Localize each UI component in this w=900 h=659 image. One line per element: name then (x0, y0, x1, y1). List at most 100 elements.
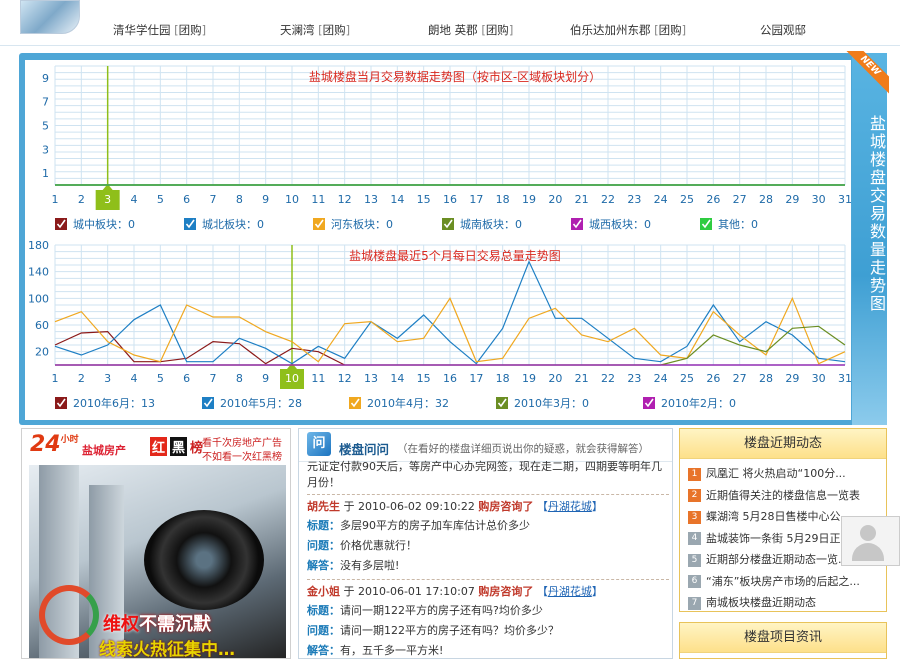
news-link[interactable]: 盐城装饰一条街 5月29日正... (706, 532, 851, 545)
news-link[interactable]: 近期部分楼盘近期动态一览... (706, 553, 849, 566)
top-link-gongyuan[interactable]: 公园观邸 (760, 22, 806, 38)
chart-area: 1 3 5 7 9 1 2 3 4 5 6 7 8 9 10 11 12 13 14 15 16 17 18 19 20 21 22… (25, 60, 852, 420)
qa-project-link[interactable]: 丹湖花城 (548, 585, 592, 598)
x-tick-label: 20 (548, 372, 562, 385)
ad-headline-rest: 不需沉默 (139, 614, 211, 635)
news-title[interactable]: 楼盘近期动态 (680, 429, 886, 459)
qa-label: 问题： (307, 624, 340, 637)
news-link[interactable]: 近期值得关注的楼盘信息一览表 (706, 489, 860, 502)
x-tick-label: 8 (236, 372, 243, 385)
top-link-qinghua[interactable]: 清华学仕园 [团购] (113, 22, 206, 38)
news-item[interactable]: 7 南城板块楼盘近期动态 (688, 592, 886, 611)
legend-check-icon (496, 397, 508, 409)
x-tick-label: 17 (469, 372, 483, 385)
ad-number-unit: 小时 (60, 435, 79, 445)
qa-answer-line: 解答：有，五千多一平方米! (307, 641, 669, 658)
x-tick-label: 24 (654, 372, 668, 385)
legend-label: 城北板块：0 (202, 217, 264, 231)
legend-check-icon (571, 218, 583, 230)
news-item[interactable]: 1 凤凰汇 将火热启动“100分... (688, 463, 886, 485)
qa-answer-text: 有，五千多一平方米! (340, 644, 444, 657)
legend-label: 城南板块：0 (460, 217, 522, 231)
tuangou-link[interactable]: 团购 (659, 23, 682, 37)
ad-subline-1: 看千次房地产广告 (202, 438, 282, 449)
x-tick-label: 5 (157, 193, 164, 206)
qa-previous-answer: 元证定付款90天后，等房产中心办完网签，现在走二期，四期要等明年几月份！ (307, 460, 662, 489)
x-tick-label: 8 (236, 193, 243, 206)
news-link[interactable]: 南城板块楼盘近期动态 (706, 596, 816, 609)
x-tick-label: 2 (78, 372, 85, 385)
qa-title-line[interactable]: 标题：请问一期122平方的房子还有吗?均价多少 (307, 601, 669, 621)
legend-label: 2010年5月：28 (220, 396, 302, 410)
news-rank: 3 (688, 510, 701, 524)
red-black-list-ad[interactable]: 24小时 盐城房产 红 黑 榜 看千次房地产广告 不如看一次红黑榜 维权不需沉默… (21, 428, 291, 659)
top-thumbnail-image[interactable] (20, 0, 80, 34)
top-link-name[interactable]: 清华学仕园 (113, 23, 171, 37)
x-tick-label: 3 (104, 193, 111, 206)
x-tick-label: 16 (443, 193, 457, 206)
top-link-name[interactable]: 天澜湾 (280, 23, 315, 37)
legend-check-icon (313, 218, 325, 230)
y-tick-label: 7 (42, 96, 49, 109)
trade-charts-svg: 135791 2 3 4 5 6 7 8 9 10 11 12 13 14 15 16 17 18 19 20 21 22… (28, 65, 852, 410)
x-tick-label: 10 (285, 372, 299, 385)
chart-side-banner: 盐城楼盘交易数量走势图 (852, 53, 887, 425)
x-tick-label: 23 (627, 193, 641, 206)
top-link-name[interactable]: 公园观邸 (760, 23, 806, 37)
tuangou-link[interactable]: 团购 (179, 23, 202, 37)
top-link-name[interactable]: 朗地 英郡 (428, 23, 478, 37)
news-link[interactable]: “浦东”板块房产市场的后起之... (706, 575, 860, 588)
legend-label: 城中板块：0 (73, 217, 135, 231)
qa-time: 2010-06-02 09:10:22 (358, 500, 475, 513)
ad-photo[interactable]: 维权不需沉默 线索火热征集中… (29, 465, 286, 658)
qa-title-text[interactable]: 多层90平方的房子加车库估计总价多少 (340, 519, 530, 532)
x-tick-label: 3 (104, 372, 111, 385)
tuangou-link[interactable]: 团购 (323, 23, 346, 37)
top-link-tianlanwan[interactable]: 天澜湾 [团购] (280, 22, 350, 38)
news-rank: 6 (688, 575, 701, 588)
x-tick-label: 6 (183, 193, 190, 206)
qa-asker: 金小姐 (307, 585, 340, 598)
x-tick-label: 22 (601, 372, 615, 385)
y-tick-label: 1 (42, 167, 49, 180)
news-item[interactable]: 2 近期值得关注的楼盘信息一览表 (688, 485, 886, 507)
ad-subline-2: 不如看一次红黑榜 (202, 452, 282, 463)
qa-title[interactable]: 楼盘问问 (339, 439, 389, 458)
x-tick-label: 21 (575, 193, 589, 206)
x-tick-label: 18 (496, 372, 510, 385)
legend-label: 城西板块：0 (589, 217, 651, 231)
qa-list: 元证定付款90天后，等房产中心办完网签，现在走二期，四期要等明年几月份！ 胡先生… (307, 460, 669, 658)
qa-label: 问题： (307, 539, 340, 552)
tuangou-link[interactable]: 团购 (486, 23, 509, 37)
bracket: ] (508, 23, 514, 37)
qa-panel: 问 楼盘问问 （在看好的楼盘详细页说出你的疑惑，就会获得解答） 元证定付款90天… (298, 428, 673, 659)
qa-yu: 于 (343, 500, 355, 513)
legend-check-icon (184, 218, 196, 230)
x-tick-label: 24 (654, 193, 668, 206)
news-item[interactable]: 6 “浦东”板块房产市场的后起之... (688, 571, 886, 593)
x-tick-label: 31 (838, 372, 851, 385)
top-link-bolead[interactable]: 伯乐达加州东郡 [团购] (570, 22, 686, 38)
qa-question-text: 请问一期122平方的房子还有吗？均价多少？ (340, 624, 559, 637)
qa-label: 标题： (307, 519, 340, 532)
x-tick-label: 17 (469, 193, 483, 206)
ad-number: 24 (30, 432, 61, 457)
x-tick-label: 29 (785, 193, 799, 206)
legend-label: 其他：0 (718, 218, 758, 231)
x-tick-label: 1 (52, 372, 59, 385)
x-tick-label: 4 (131, 193, 138, 206)
x-tick-label: 25 (680, 193, 694, 206)
qa-title-text[interactable]: 请问一期122平方的房子还有吗?均价多少 (340, 604, 543, 617)
floating-avatar[interactable] (841, 516, 900, 566)
top-link-name[interactable]: 伯乐达加州东郡 (570, 23, 651, 37)
qa-title-line[interactable]: 标题：多层90平方的房子加车库估计总价多少 (307, 516, 669, 536)
top-link-langdi[interactable]: 朗地 英郡 [团购] (428, 22, 513, 38)
qa-project-link[interactable]: 丹湖花城 (548, 500, 592, 513)
news-link[interactable]: 蝶湖湾 5月28日售楼中心公... (706, 510, 851, 523)
news-link[interactable]: 凤凰汇 将火热启动“100分... (706, 467, 846, 480)
x-tick-label: 26 (706, 193, 720, 206)
x-tick-label: 9 (262, 193, 269, 206)
qa-description: （在看好的楼盘详细页说出你的疑惑，就会获得解答） (397, 443, 649, 455)
project-info-title[interactable]: 楼盘项目资讯 (680, 623, 886, 653)
qa-item: 金小姐 于 2010-06-01 17:10:07 购房咨询了 【丹湖花城】 标… (307, 579, 669, 658)
